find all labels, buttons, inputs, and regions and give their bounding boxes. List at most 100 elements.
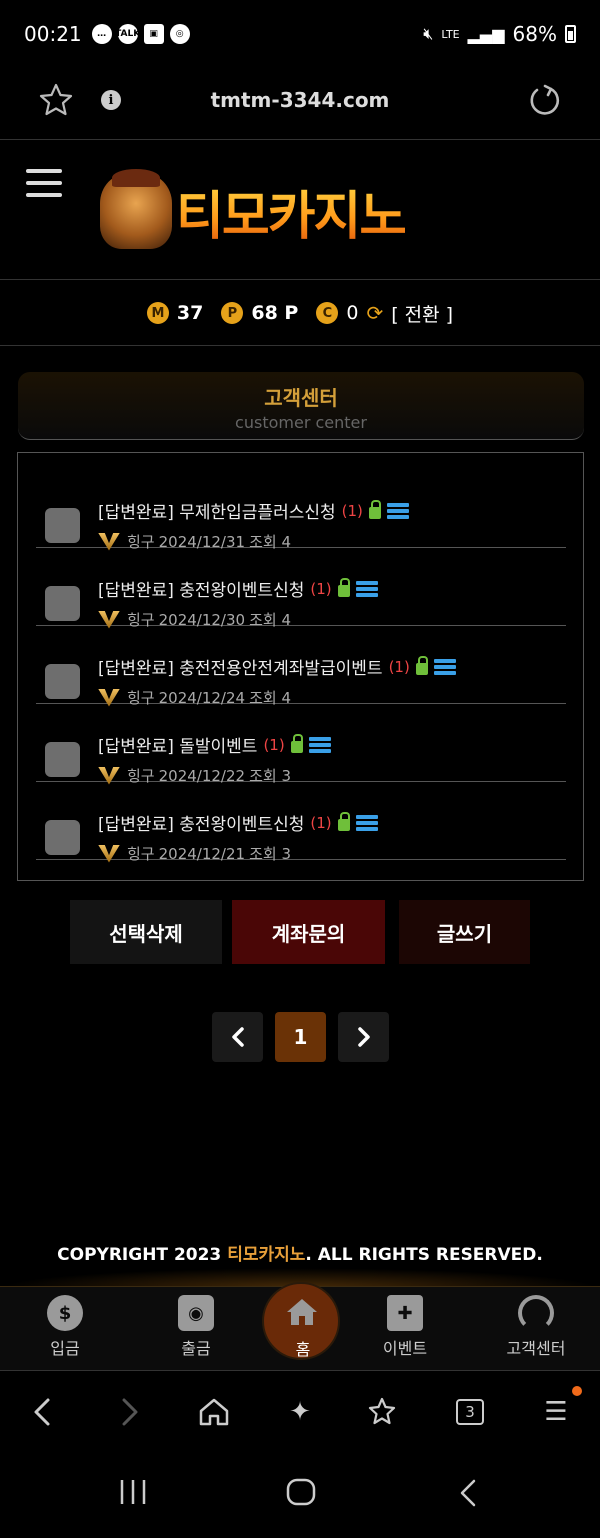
post-date: 2024/12/21 [158,844,246,863]
account-inquiry-button[interactable]: 계좌문의 [232,900,385,964]
lock-icon [415,655,428,675]
delete-selected-button[interactable]: 선택삭제 [70,900,222,964]
list-item[interactable]: [답변완료] 충전전용안전계좌발급이벤트 (1) 힝구 2024/12/24 조… [36,626,566,707]
vip-badge-icon [98,844,120,863]
select-checkbox[interactable] [45,586,80,621]
status-bar: 00:21 … TALK ▣ ◎ 🔇︎ LTE ▂▄▆ 68% [0,0,600,68]
sparkle-icon[interactable]: ✦ [282,1394,318,1430]
home-icon [287,1299,317,1325]
post-title[interactable]: [답변완료] 돌발이벤트 [98,732,257,757]
prev-page-button[interactable] [212,1012,263,1062]
system-back-icon[interactable] [458,1478,478,1516]
select-checkbox[interactable] [45,508,80,543]
gallery-icon: ▣ [143,24,164,44]
headset-icon [518,1295,554,1331]
site-logo[interactable]: 티모카지노 [100,169,490,251]
select-checkbox[interactable] [45,664,80,699]
browser-back-icon[interactable] [24,1394,60,1430]
mascot-logo-icon [100,169,172,249]
post-title[interactable]: [답변완료] 무제한입금플러스신청 [98,498,336,523]
system-nav-bar [0,1456,600,1538]
casino-value: 0 [346,302,359,324]
list-item[interactable]: [답변완료] 충전왕이벤트신청 (1) 힝구 2024/12/30 조회 4 [36,548,566,629]
switch-button[interactable]: [ 전환 ] [391,300,453,327]
points-bar: M 37 P 68 P C 0 ⟳ [ 전환 ] [0,281,600,346]
server-icon [386,502,409,519]
copyright-suffix: . ALL RIGHTS RESERVED. [305,1245,543,1265]
write-button[interactable]: 글쓰기 [399,900,530,964]
swap-icon[interactable]: ⟳ [366,301,383,325]
reply-count: (1) [310,813,332,832]
section-header: 고객센터 customer center [18,372,584,440]
site-header: 티모카지노 [0,141,600,280]
list-item[interactable]: [답변완료] 무제한입금플러스신청 (1) 힝구 2024/12/31 조회 4 [36,470,566,551]
post-title[interactable]: [답변완료] 충전왕이벤트신청 [98,576,304,601]
browser-toolbar: ✦ 3 ☰ [0,1372,600,1454]
tabs-icon[interactable]: 3 [452,1394,488,1430]
chat-bubble-icon: … [91,24,112,44]
nav-label: 이벤트 [382,1339,428,1358]
browser-forward-icon[interactable] [112,1394,148,1430]
safe-icon: ◉ [178,1295,214,1331]
post-title[interactable]: [답변완료] 충전전용안전계좌발급이벤트 [98,654,383,679]
dollar-coin-icon: $ [47,1295,83,1331]
bookmarks-icon[interactable] [366,1394,402,1430]
gift-icon: ✚ [387,1295,423,1331]
nav-item-withdraw[interactable]: ◉ 출금 [136,1287,256,1372]
money-value: 37 [176,302,204,324]
post-author: 힝구 [127,845,155,863]
steering-wheel-icon: ◎ [169,24,190,44]
next-page-button[interactable] [338,1012,389,1062]
browser-menu-icon[interactable]: ☰ [538,1394,574,1430]
browser-home-icon[interactable] [196,1394,232,1430]
mute-icon: 🔇︎ [423,24,434,43]
lte-icon: LTE [441,27,460,41]
url-text[interactable]: tmtm-3344.com [0,88,600,112]
reply-count: (1) [388,657,410,676]
post-list: [답변완료] 무제한입금플러스신청 (1) 힝구 2024/12/31 조회 4… [17,452,584,881]
status-time: 00:21 [24,22,82,46]
reload-icon[interactable] [526,82,562,118]
server-icon [355,580,378,597]
system-home-icon[interactable] [286,1478,316,1514]
select-checkbox[interactable] [45,742,80,777]
recent-apps-icon[interactable] [118,1478,148,1514]
point-value: 68 P [251,302,299,324]
casino-coin-icon: C [316,302,339,324]
hamburger-menu-icon[interactable] [26,169,62,201]
page-number-button[interactable]: 1 [275,1012,326,1062]
nav-label: 입금 [50,1339,80,1358]
chevron-right-icon [357,1027,370,1047]
select-checkbox[interactable] [45,820,80,855]
nav-item-support[interactable]: 고객센터 [476,1287,596,1372]
server-icon [308,736,331,753]
reply-count: (1) [263,735,285,754]
nav-label: 출금 [181,1339,211,1358]
list-item[interactable]: [답변완료] 돌발이벤트 (1) 힝구 2024/12/22 조회 3 [36,704,566,785]
nav-label: 고객센터 [506,1339,566,1358]
nav-item-home[interactable]: 홈 [262,1282,340,1360]
lock-icon [337,577,350,597]
nav-label: 홈 [295,1340,311,1359]
point-coin-icon: P [221,302,244,324]
post-views: 조회 3 [249,845,291,863]
server-icon [433,658,456,675]
battery-percent: 68% [512,22,557,46]
lock-icon [290,733,303,753]
signal-icon: ▂▄▆ [467,24,505,44]
list-item[interactable]: [답변완료] 충전왕이벤트신청 (1) 힝구 2024/12/21 조회 3 [36,782,566,863]
lock-icon [368,499,381,519]
nav-item-event[interactable]: ✚ 이벤트 [345,1287,465,1372]
copyright: COPYRIGHT 2023 티모카지노. ALL RIGHTS RESERVE… [0,1240,600,1265]
tab-count: 3 [456,1399,484,1425]
reply-count: (1) [341,501,363,520]
notification-icons: … TALK ▣ ◎ [91,24,190,44]
server-icon [355,814,378,831]
money-coin-icon: M [146,302,169,324]
reply-count: (1) [310,579,332,598]
nav-item-deposit[interactable]: $ 입금 [5,1287,125,1372]
section-title: 고객센터 [264,386,338,410]
notification-dot [572,1386,582,1396]
logo-text: 티모카지노 [176,174,407,249]
post-title[interactable]: [답변완료] 충전왕이벤트신청 [98,810,304,835]
